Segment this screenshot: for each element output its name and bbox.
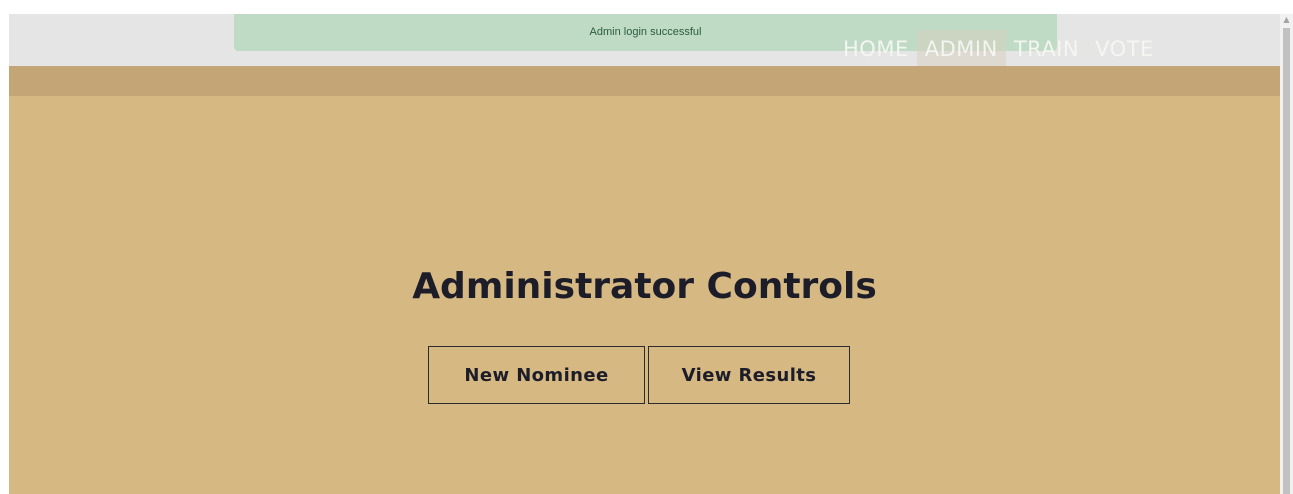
- navbar: [9, 66, 1280, 96]
- page-viewport: Admin login successful HOME ADMIN TRAIN …: [9, 14, 1280, 494]
- vertical-scrollbar[interactable]: ▲: [1280, 14, 1293, 494]
- nav-item-vote[interactable]: VOTE: [1087, 30, 1162, 66]
- nav-item-admin[interactable]: ADMIN: [916, 30, 1006, 66]
- new-nominee-button[interactable]: New Nominee: [428, 346, 645, 404]
- scrollbar-thumb[interactable]: [1283, 28, 1290, 494]
- alert-message: Admin login successful: [589, 26, 702, 38]
- nav-item-train[interactable]: TRAIN: [1006, 30, 1087, 66]
- page-title: Administrator Controls: [412, 266, 877, 307]
- main-nav: HOME ADMIN TRAIN VOTE: [835, 30, 1162, 66]
- view-results-button[interactable]: View Results: [648, 346, 850, 404]
- admin-actions: New Nominee View Results: [428, 346, 850, 404]
- nav-item-home[interactable]: HOME: [835, 30, 917, 66]
- scroll-up-arrow-icon[interactable]: ▲: [1280, 14, 1293, 26]
